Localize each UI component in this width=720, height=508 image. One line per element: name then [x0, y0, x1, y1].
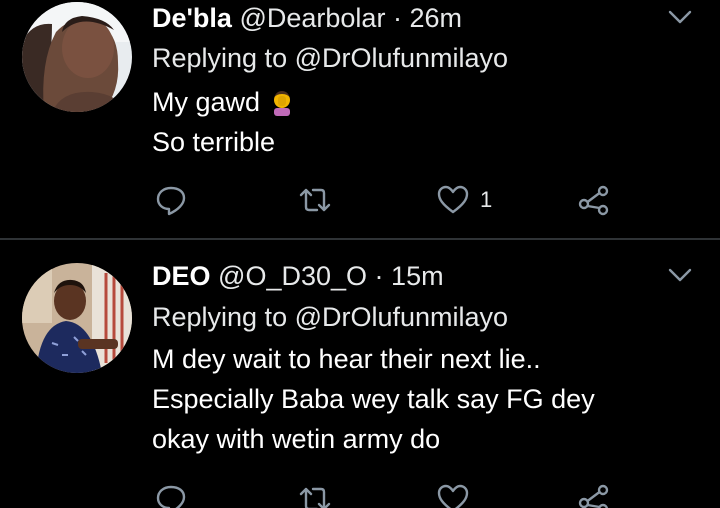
tweet-text-line: okay with wetin army do: [152, 424, 441, 454]
like-button[interactable]: 1: [436, 182, 492, 218]
tweet-actions: 1: [150, 182, 630, 218]
share-button[interactable]: [577, 182, 611, 218]
retweet-icon: [299, 188, 331, 212]
like-icon: [437, 484, 469, 508]
avatar[interactable]: [22, 2, 132, 112]
retweet-button[interactable]: [298, 481, 332, 508]
display-name[interactable]: De'bla: [152, 3, 232, 33]
replying-to[interactable]: Replying to @DrOlufunmilayo: [152, 42, 508, 74]
like-icon: [437, 185, 469, 214]
tweet-text: M dey wait to hear their next lie.. Espe…: [152, 339, 595, 459]
tweet-text-line: Especially Baba wey talk say FG dey: [152, 384, 595, 414]
tweet-text-line: M dey wait to hear their next lie..: [152, 344, 541, 374]
reply-button[interactable]: [154, 481, 188, 508]
handle[interactable]: @Dearbolar: [239, 3, 385, 33]
retweet-icon: [299, 487, 331, 508]
tweet-header: De'bla @Dearbolar · 26m: [152, 2, 462, 34]
like-button[interactable]: [436, 481, 480, 508]
tweet-header: DEO @O_D30_O · 15m: [152, 260, 444, 292]
tweet-text-line: My gawd: [152, 82, 296, 122]
share-button[interactable]: [577, 481, 611, 508]
reply-icon: [156, 485, 186, 508]
separator: ·: [392, 3, 402, 33]
retweet-button[interactable]: [298, 182, 332, 218]
tweet-actions: [150, 481, 630, 508]
chevron-down-icon[interactable]: [664, 259, 696, 291]
tweet-text: My gawd So terrible: [152, 82, 296, 162]
share-icon: [578, 185, 609, 216]
timestamp[interactable]: 15m: [391, 261, 444, 291]
separator: ·: [374, 261, 384, 291]
reply-button[interactable]: [154, 182, 188, 218]
handle[interactable]: @O_D30_O: [218, 261, 367, 291]
tweet[interactable]: DEO @O_D30_O · 15m Replying to @DrOlufun…: [0, 240, 720, 508]
reply-icon: [156, 186, 186, 216]
timestamp[interactable]: 26m: [409, 3, 462, 33]
share-icon: [578, 484, 609, 508]
chevron-down-icon[interactable]: [664, 1, 696, 33]
tweet[interactable]: De'bla @Dearbolar · 26m Replying to @DrO…: [0, 0, 720, 238]
avatar[interactable]: [22, 263, 132, 373]
replying-to[interactable]: Replying to @DrOlufunmilayo: [152, 301, 508, 333]
display-name[interactable]: DEO: [152, 261, 211, 291]
person-facepalming-icon: [274, 91, 291, 116]
like-count: 1: [480, 187, 493, 212]
tweet-text-line: So terrible: [152, 127, 276, 157]
